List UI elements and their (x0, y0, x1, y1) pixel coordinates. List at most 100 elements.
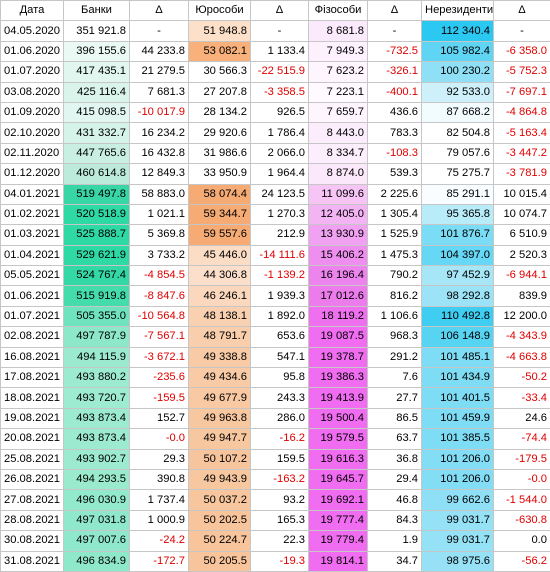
table-row: 03.08.2020425 116.47 681.327 207.8-3 358… (1, 82, 550, 102)
cell-banks-delta: 21 279.5 (130, 62, 189, 82)
cell-legal-entities: 30 566.3 (189, 62, 251, 82)
cell-nonresidents: 99 031.7 (422, 531, 494, 551)
cell-banks: 415 098.5 (64, 102, 130, 122)
cell-legal-entities: 49 677.9 (189, 388, 251, 408)
cell-individuals: 19 386.3 (309, 368, 368, 388)
cell-banks-delta: 29.3 (130, 449, 189, 469)
header-banks-delta: Δ (130, 1, 189, 21)
cell-individuals-delta: 436.6 (368, 102, 422, 122)
cell-banks-delta: - (130, 21, 189, 41)
cell-banks: 431 332.7 (64, 123, 130, 143)
cell-banks-delta: 7 681.3 (130, 82, 189, 102)
cell-nonresidents-delta: -3 447.2 (494, 143, 550, 163)
cell-nonresidents-delta: -56.2 (494, 551, 550, 571)
cell-date: 01.06.2021 (1, 286, 64, 306)
cell-date: 19.08.2021 (1, 408, 64, 428)
cell-nonresidents: 105 982.4 (422, 41, 494, 61)
table-row: 04.01.2021519 497.858 883.058 074.424 12… (1, 184, 550, 204)
cell-date: 01.06.2020 (1, 41, 64, 61)
table-row: 02.10.2020431 332.716 234.229 920.61 786… (1, 123, 550, 143)
cell-legal-entities: 51 948.8 (189, 21, 251, 41)
cell-legal-entities: 48 791.7 (189, 327, 251, 347)
cell-individuals-delta: 790.2 (368, 266, 422, 286)
cell-banks: 524 767.4 (64, 266, 130, 286)
cell-individuals: 13 930.9 (309, 225, 368, 245)
cell-individuals-delta: 84.3 (368, 510, 422, 530)
cell-individuals: 7 223.1 (309, 82, 368, 102)
cell-individuals: 11 099.6 (309, 184, 368, 204)
cell-individuals: 19 645.7 (309, 469, 368, 489)
cell-individuals-delta: 816.2 (368, 286, 422, 306)
cell-legal-entities-delta: -3 358.5 (251, 82, 309, 102)
cell-nonresidents-delta: -4 663.8 (494, 347, 550, 367)
table-row: 19.08.2021493 873.4152.749 963.8286.019 … (1, 408, 550, 428)
table-row: 26.08.2021494 293.5390.849 943.9-163.219… (1, 469, 550, 489)
cell-individuals: 19 378.7 (309, 347, 368, 367)
cell-nonresidents-delta: -3 781.9 (494, 164, 550, 184)
cell-individuals-delta: -400.1 (368, 82, 422, 102)
cell-nonresidents: 85 291.1 (422, 184, 494, 204)
cell-nonresidents-delta: -74.4 (494, 429, 550, 449)
cell-nonresidents-delta: -0.0 (494, 469, 550, 489)
cell-legal-entities-delta: 165.3 (251, 510, 309, 530)
cell-legal-entities: 59 344.7 (189, 204, 251, 224)
cell-nonresidents-delta: -6 944.1 (494, 266, 550, 286)
cell-legal-entities: 49 947.7 (189, 429, 251, 449)
cell-individuals: 19 616.3 (309, 449, 368, 469)
cell-banks-delta: 152.7 (130, 408, 189, 428)
cell-nonresidents: 75 275.7 (422, 164, 494, 184)
cell-legal-entities: 48 138.1 (189, 306, 251, 326)
cell-legal-entities-delta: 93.2 (251, 490, 309, 510)
table-row: 16.08.2021494 115.9-3 672.149 338.8547.1… (1, 347, 550, 367)
cell-legal-entities: 50 107.2 (189, 449, 251, 469)
table-row: 01.03.2021525 888.75 369.859 557.6212.91… (1, 225, 550, 245)
cell-banks-delta: 44 233.8 (130, 41, 189, 61)
cell-legal-entities: 59 557.6 (189, 225, 251, 245)
cell-nonresidents-delta: -5 163.4 (494, 123, 550, 143)
table-row: 01.04.2021529 621.93 733.245 446.0-14 11… (1, 245, 550, 265)
cell-nonresidents: 101 434.9 (422, 368, 494, 388)
table-row: 01.06.2021515 919.8-8 847.646 246.11 939… (1, 286, 550, 306)
cell-nonresidents: 87 668.2 (422, 102, 494, 122)
cell-date: 26.08.2021 (1, 469, 64, 489)
cell-individuals: 19 500.4 (309, 408, 368, 428)
cell-legal-entities-delta: 547.1 (251, 347, 309, 367)
cell-legal-entities-delta: 1 133.4 (251, 41, 309, 61)
cell-individuals-delta: 1 305.4 (368, 204, 422, 224)
cell-individuals-delta: 36.8 (368, 449, 422, 469)
cell-legal-entities: 50 037.2 (189, 490, 251, 510)
cell-individuals-delta: 539.3 (368, 164, 422, 184)
table-row: 01.07.2021505 355.0-10 564.848 138.11 89… (1, 306, 550, 326)
cell-individuals-delta: -732.5 (368, 41, 422, 61)
cell-individuals: 18 119.2 (309, 306, 368, 326)
cell-legal-entities-delta: -163.2 (251, 469, 309, 489)
cell-individuals-delta: 34.7 (368, 551, 422, 571)
cell-legal-entities-delta: 286.0 (251, 408, 309, 428)
cell-date: 04.05.2020 (1, 21, 64, 41)
cell-banks-delta: -235.6 (130, 368, 189, 388)
cell-banks: 493 873.4 (64, 429, 130, 449)
cell-legal-entities: 49 963.8 (189, 408, 251, 428)
cell-banks: 520 518.9 (64, 204, 130, 224)
cell-banks-delta: -172.7 (130, 551, 189, 571)
cell-nonresidents: 99 662.6 (422, 490, 494, 510)
cell-banks-delta: 16 432.8 (130, 143, 189, 163)
cell-individuals-delta: 1 525.9 (368, 225, 422, 245)
cell-legal-entities-delta: 926.5 (251, 102, 309, 122)
cell-date: 25.08.2021 (1, 449, 64, 469)
cell-nonresidents-delta: -7 697.1 (494, 82, 550, 102)
cell-date: 01.09.2020 (1, 102, 64, 122)
table-row: 20.08.2021493 873.4-0.049 947.7-16.219 5… (1, 429, 550, 449)
cell-banks-delta: -0.0 (130, 429, 189, 449)
header-date: Дата (1, 1, 64, 21)
cell-legal-entities: 31 986.6 (189, 143, 251, 163)
cell-nonresidents-delta: -1 544.0 (494, 490, 550, 510)
table-row: 25.08.2021493 902.729.350 107.2159.519 6… (1, 449, 550, 469)
cell-individuals-delta: 783.3 (368, 123, 422, 143)
cell-banks: 417 435.1 (64, 62, 130, 82)
cell-nonresidents: 100 230.2 (422, 62, 494, 82)
cell-nonresidents: 92 533.0 (422, 82, 494, 102)
cell-legal-entities: 49 943.9 (189, 469, 251, 489)
table-row: 01.07.2020417 435.121 279.530 566.3-22 5… (1, 62, 550, 82)
cell-nonresidents-delta: -5 752.3 (494, 62, 550, 82)
